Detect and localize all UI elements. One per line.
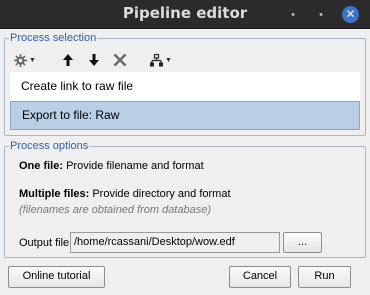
process-item-export-to-file[interactable]: Export to file: Raw (10, 101, 360, 130)
gear-icon (14, 53, 28, 67)
move-up-button[interactable] (60, 50, 76, 70)
one-file-description: One file: Provide filename and format (19, 160, 204, 172)
arrow-up-icon (63, 54, 73, 66)
multiple-files-description: Multiple files: Provide directory and fo… (19, 188, 231, 200)
process-item-create-link[interactable]: Create link to raw file (10, 72, 360, 101)
pipeline-tree-icon (150, 53, 164, 66)
one-file-text: Provide filename and format (63, 160, 204, 172)
pipeline-menu-button[interactable]: ▼ (146, 50, 176, 70)
process-list: Create link to raw file Export to file: … (10, 72, 360, 130)
one-file-label: One file: (19, 160, 64, 172)
close-icon[interactable]: ✕ (342, 6, 359, 23)
filenames-note: (filenames are obtained from database) (19, 204, 211, 216)
delete-x-icon (114, 54, 126, 66)
gear-menu-button[interactable]: ▼ (8, 50, 42, 70)
minimize-icon[interactable]: • (285, 7, 301, 23)
run-button[interactable]: Run (298, 266, 351, 288)
output-file-label: Output file (19, 237, 70, 249)
chevron-down-icon: ▼ (165, 56, 172, 64)
process-toolbar: ▼ ▼ (8, 50, 208, 70)
process-selection-legend: Process selection (9, 32, 98, 45)
arrow-down-icon (89, 54, 99, 66)
browse-button[interactable]: ... (283, 232, 322, 253)
window-titlebar: Pipeline editor • • ✕ (0, 0, 370, 29)
move-down-button[interactable] (86, 50, 102, 70)
multiple-files-label: Multiple files: (19, 188, 90, 200)
process-options-legend: Process options (9, 140, 90, 153)
multiple-files-text: Provide directory and format (89, 188, 231, 200)
output-file-field[interactable]: /home/rcassani/Desktop/wow.edf (70, 232, 280, 253)
cancel-button[interactable]: Cancel (229, 266, 291, 288)
online-tutorial-button[interactable]: Online tutorial (8, 266, 105, 288)
maximize-icon[interactable]: • (313, 7, 329, 23)
chevron-down-icon: ▼ (29, 56, 36, 64)
delete-process-button[interactable] (112, 50, 128, 70)
